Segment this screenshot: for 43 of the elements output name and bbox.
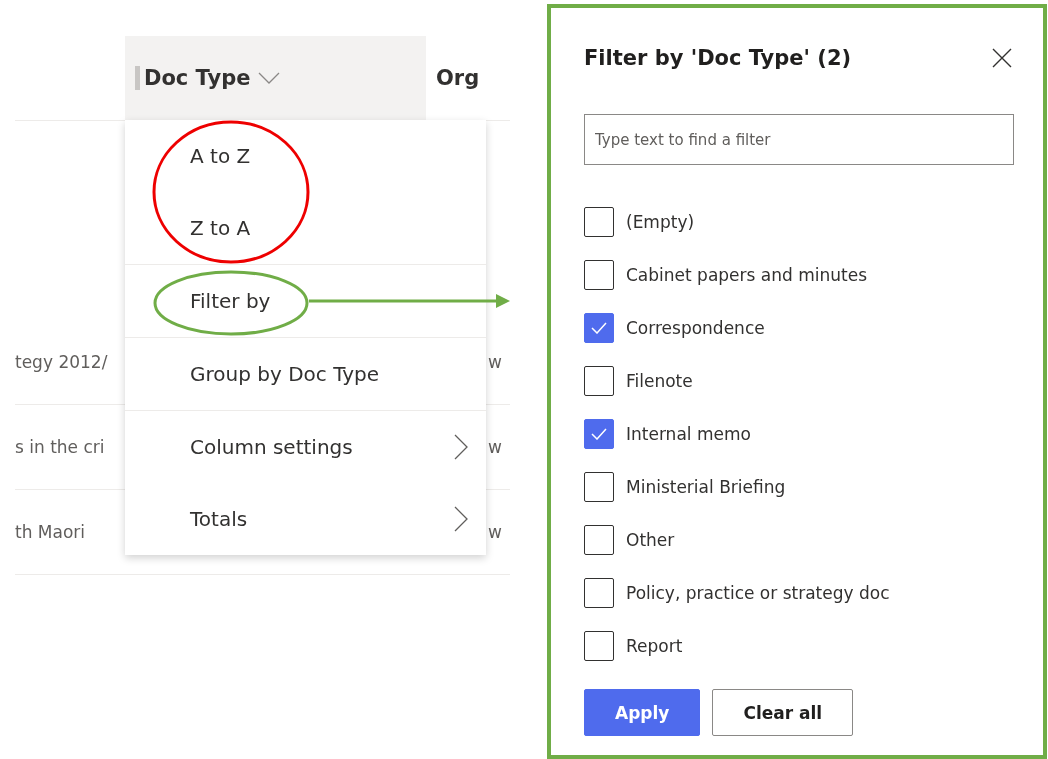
column-header[interactable]: Org: [426, 36, 510, 120]
checkbox[interactable]: [584, 260, 614, 290]
checkbox[interactable]: [584, 207, 614, 237]
checkbox[interactable]: [584, 419, 614, 449]
column-header[interactable]: Doc Type: [125, 36, 426, 120]
menu-item[interactable]: Totals: [125, 483, 486, 555]
checkbox[interactable]: [584, 313, 614, 343]
panel-title: Filter by 'Doc Type' (2): [584, 46, 852, 70]
checkbox[interactable]: [584, 366, 614, 396]
option-label: Policy, practice or strategy doc: [626, 583, 890, 603]
table-cell-text: s in the cri: [15, 437, 106, 457]
table-cell-text: w: [488, 437, 503, 457]
option-label: Cabinet papers and minutes: [626, 265, 867, 285]
clear-button[interactable]: Clear all: [712, 689, 854, 736]
option-label: Internal memo: [626, 424, 751, 444]
option-label: Filenote: [626, 371, 693, 391]
checkmark-icon: [591, 428, 607, 440]
checkbox[interactable]: [584, 631, 614, 661]
table-cell-text: tegy 2012/: [15, 352, 109, 372]
menu-item[interactable]: Filter by: [125, 265, 486, 337]
menu-item[interactable]: Column settings: [125, 411, 486, 483]
checkmark-icon: [591, 322, 607, 334]
menu-item[interactable]: Z to A: [125, 192, 486, 264]
option-label: Ministerial Briefing: [626, 477, 786, 497]
checkbox[interactable]: [584, 578, 614, 608]
search-field[interactable]: Type text to find a filter: [584, 114, 1014, 165]
apply-button[interactable]: Apply: [584, 689, 701, 736]
menu-item[interactable]: Group by Doc Type: [125, 338, 486, 410]
option-label: (Empty): [626, 212, 695, 232]
close-icon: [992, 48, 1012, 68]
table-cell-text: w: [488, 352, 503, 372]
menu-item[interactable]: A to Z: [125, 120, 486, 192]
checkbox[interactable]: [584, 525, 614, 555]
chevron-right-icon: [454, 506, 468, 532]
checkbox[interactable]: [584, 472, 614, 502]
chevron-down-icon: [258, 72, 281, 84]
table-cell-text: w: [488, 522, 503, 542]
grip-icon: [135, 66, 140, 90]
chevron-right-icon: [454, 434, 468, 460]
table-cell-text: th Maori: [15, 522, 87, 542]
option-label: Correspondence: [626, 318, 765, 338]
option-label: Report: [626, 636, 683, 656]
option-label: Other: [626, 530, 675, 550]
